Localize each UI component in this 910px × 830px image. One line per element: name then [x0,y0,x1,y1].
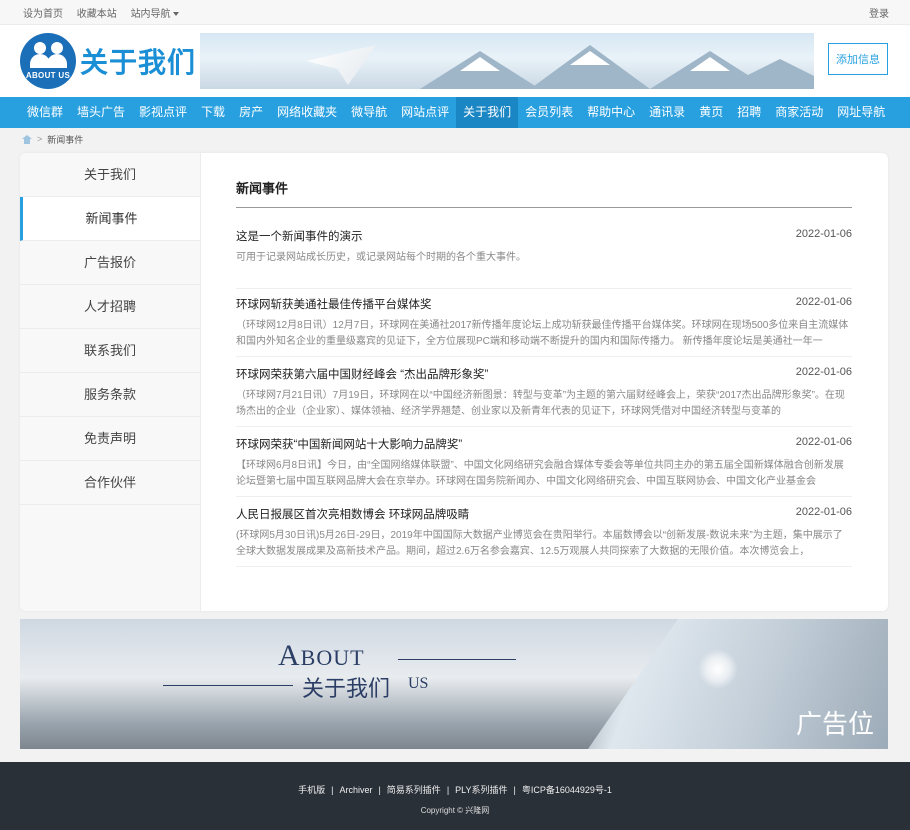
ad-cn-text: 关于我们 [302,677,391,702]
top-bar: 设为首页 收藏本站 站内导航 登录 [0,0,910,25]
nav-item[interactable]: 招聘 [730,97,768,128]
footer-link[interactable]: 粤ICP备16044929号-1 [522,785,612,795]
nav-item[interactable]: 网址导航 [830,97,892,128]
chevron-down-icon [172,11,179,16]
sidebar-item[interactable]: 人才招聘 [20,285,200,329]
main-panel: 关于我们 新闻事件 广告报价 人才招聘 联系我们 服务条款 免责声明 合作伙伴 新闻事件 这是… [20,153,888,611]
nav-item[interactable]: 会员列表 [518,97,580,128]
news-item[interactable]: 这是一个新闻事件的演示 2022-01-06 可用于记录网站成长历史，或记录网站每个… [236,228,852,289]
person-icon [51,42,63,54]
snow-cap [570,51,610,65]
sidebar-item[interactable]: 合作伙伴 [20,461,200,505]
footer-separator: | [513,785,516,795]
mountain [720,59,814,89]
snow-cap [460,57,500,71]
site-nav-label: 站内导航 [130,8,171,20]
footer-links: 手机版 | Archiver | 简易系列插件 | PLY系列插件 | 粤ICP备1604492… [0,783,910,796]
news-item[interactable]: 人民日报展区首次亮相数博会 环球网品牌吸睛 2022-01-06 (环球网5月30日… [236,506,852,567]
site-logo[interactable]: ABOUT US 关于我们 [20,32,198,90]
ad-label: 广告位 [795,710,874,740]
set-homepage-link[interactable]: 设为首页 [23,9,63,20]
news-item[interactable]: 环球网荣获“中国新闻网站十大影响力品牌奖” 2022-01-06 【环球网6月8日讯… [236,436,852,497]
person-body [47,54,67,68]
nav-item[interactable]: 影视点评 [132,97,194,128]
footer-link[interactable]: 简易系列插件 [387,785,441,795]
header-banner-image [200,33,814,89]
sidebar-item[interactable]: 广告报价 [20,241,200,285]
ad-about-initial: A [278,639,301,672]
sidebar: 关于我们 新闻事件 广告报价 人才招聘 联系我们 服务条款 免责声明 合作伙伴 [20,153,201,611]
news-summary: 【环球网6月8日讯】今日，由“全国网络媒体联盟”、中国文化网络研究会融合媒体专委… [236,460,844,487]
logo-text: 关于我们 [80,46,197,79]
sun-flare [698,649,738,689]
nav-item[interactable]: 墙头广告 [70,97,132,128]
sidebar-item[interactable]: 免责声明 [20,417,200,461]
decorative-line [398,659,516,660]
news-date: 2022-01-06 [795,506,852,518]
ad-about-text: ABOUT [278,639,365,673]
breadcrumb: > 新闻事件 [0,128,910,150]
nav-item[interactable]: 通讯录 [642,97,692,128]
paper-plane-icon [306,45,376,85]
nav-item[interactable]: 房产 [232,97,270,128]
footer-separator: | [446,785,450,795]
nav-item[interactable]: 黄页 [692,97,730,128]
main-nav: 微信群 墙头广告 影视点评 下载 房产 网络收藏夹 微导航 网站点评 关于我们 会员列表 帮助中心通… [0,97,910,128]
nav-item[interactable]: 商家活动 [768,97,830,128]
site-nav-dropdown[interactable]: 站内导航 [131,9,179,20]
logo-badge-text: ABOUT US [25,71,71,80]
nav-item[interactable]: 下载 [194,97,232,128]
news-title[interactable]: 环球网荣获第六届中国财经峰会 “杰出品牌形象奖” [236,366,852,382]
snow-cap [690,57,730,71]
ad-us-text: US [408,675,429,692]
sidebar-item[interactable]: 关于我们 [20,153,200,197]
ad-banner[interactable]: ABOUT 关于我们 US 广告位 [20,619,888,749]
sidebar-item[interactable]: 服务条款 [20,373,200,417]
nav-item[interactable]: 帮助中心 [580,97,642,128]
person-icon [34,42,46,54]
page-title: 新闻事件 [236,178,852,208]
nav-item[interactable]: 网站点评 [394,97,456,128]
home-icon[interactable] [22,134,32,144]
news-summary: (环球网5月30日讯)5月26日-29日，2019年中国国际大数据产业博览会在贵… [236,530,843,557]
sidebar-item[interactable]: 新闻事件 [20,197,200,241]
nav-item[interactable]: 网络收藏夹 [270,97,344,128]
site-header: ABOUT US 关于我们 添加信息 [0,25,910,97]
news-item[interactable]: 环球网斩获美通社最佳传播平台媒体奖 2022-01-06 （环球网12月8日讯）12… [236,296,852,357]
decorative-line [163,685,293,686]
logo-badge: ABOUT US [20,33,76,89]
news-title[interactable]: 环球网斩获美通社最佳传播平台媒体奖 [236,296,852,312]
news-summary: （环球网12月8日讯）12月7日，环球网在美通社2017新传播年度论坛上成功斩获… [236,320,849,347]
footer-link[interactable]: 手机版 [298,785,325,795]
copyright: Copyright © 兴隆网 [420,806,490,815]
ad-about-rest: BOUT [300,645,365,670]
news-summary: （环球网7月21日讯）7月19日，环球网在以“中国经济新图景：转型与变革”为主题… [236,390,845,417]
news-title[interactable]: 人民日报展区首次亮相数博会 环球网品牌吸睛 [236,506,852,522]
nav-item[interactable]: 微导航 [344,97,394,128]
top-links: 设为首页 收藏本站 站内导航 [23,5,190,20]
sidebar-item[interactable]: 联系我们 [20,329,200,373]
footer-link[interactable]: Archiver [339,785,372,795]
footer-separator: | [378,785,381,795]
site-footer: 手机版 | Archiver | 简易系列插件 | PLY系列插件 | 粤ICP备1604492… [0,762,910,830]
bookmark-link[interactable]: 收藏本站 [77,9,117,20]
news-title[interactable]: 环球网荣获“中国新闻网站十大影响力品牌奖” [236,436,852,452]
content-area: 新闻事件 这是一个新闻事件的演示 2022-01-06 可用于记录网站成长历史，或记… [236,153,852,567]
breadcrumb-separator: > [37,134,43,144]
news-summary: 可用于记录网站成长历史，或记录网站每个时期的各个重大事件。 [236,252,526,263]
nav-item[interactable]: 关于我们 [456,97,519,128]
news-date: 2022-01-06 [795,296,852,308]
news-item[interactable]: 环球网荣获第六届中国财经峰会 “杰出品牌形象奖” 2022-01-06 （环球网7月… [236,366,852,427]
news-date: 2022-01-06 [795,436,852,448]
breadcrumb-current[interactable]: 新闻事件 [47,133,83,146]
nav-item[interactable]: 微信群 [20,97,70,128]
login-link[interactable]: 登录 [869,5,889,20]
footer-link[interactable]: PLY系列插件 [455,785,507,795]
footer-separator: | [331,785,334,795]
news-title[interactable]: 这是一个新闻事件的演示 [236,228,852,244]
news-date: 2022-01-06 [795,366,852,378]
news-date: 2022-01-06 [795,228,852,240]
add-info-button[interactable]: 添加信息 [828,43,888,75]
